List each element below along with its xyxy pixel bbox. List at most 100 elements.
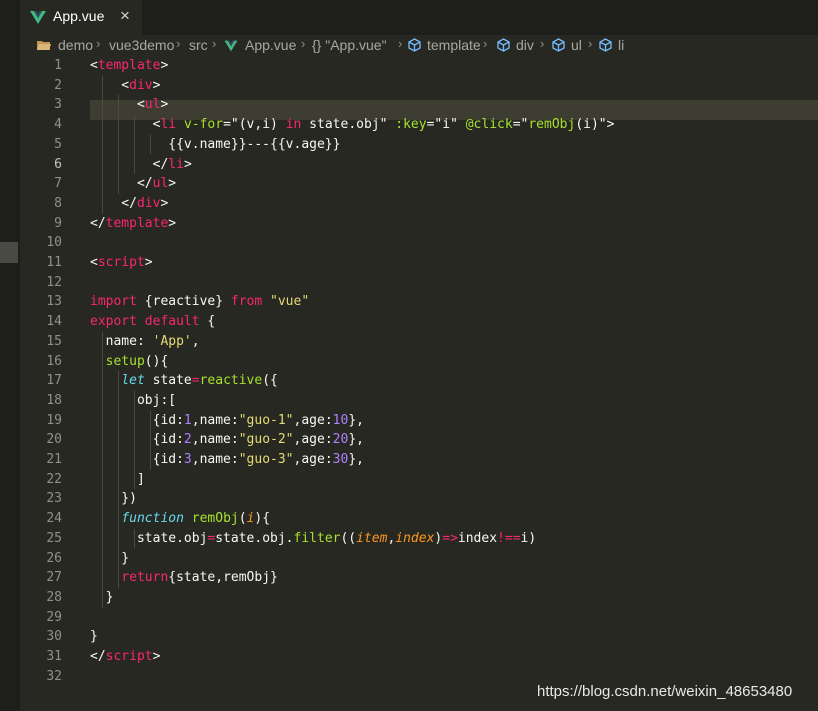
line-number: 32 bbox=[46, 668, 62, 684]
code-line[interactable]: 8 </div> bbox=[20, 194, 818, 214]
code-text: } bbox=[90, 588, 114, 608]
code-token: index bbox=[395, 530, 435, 546]
code-token: ){ bbox=[254, 511, 271, 527]
code-token: "vue" bbox=[270, 294, 310, 310]
code-token: state.obj bbox=[90, 530, 208, 546]
line-number: 9 bbox=[54, 215, 62, 231]
code-line[interactable]: 17 let state=reactive({ bbox=[20, 371, 818, 391]
code-line[interactable]: 21 {id:3,name:"guo-3",age:30}, bbox=[20, 450, 818, 470]
breadcrumb-template[interactable]: template bbox=[427, 37, 481, 53]
vue-file-icon bbox=[224, 40, 238, 52]
code-line[interactable]: 23 }) bbox=[20, 489, 818, 509]
code-line[interactable]: 4 <li v-for="(v,i) in state.obj" :key="i… bbox=[20, 115, 818, 135]
code-token: ="i" bbox=[426, 117, 466, 133]
code-token: return bbox=[121, 570, 169, 586]
code-line[interactable]: 6 </li> bbox=[20, 155, 818, 175]
code-token: obj:[ bbox=[90, 392, 177, 408]
code-line[interactable]: 29 bbox=[20, 608, 818, 628]
code-token: {id: bbox=[90, 432, 184, 448]
code-token: 1 bbox=[183, 412, 192, 428]
code-line[interactable]: 19 {id:1,name:"guo-1",age:10}, bbox=[20, 411, 818, 431]
code-line[interactable]: 11 <script> bbox=[20, 253, 818, 273]
code-text: } bbox=[90, 627, 98, 647]
code-line[interactable]: 14 export default { bbox=[20, 312, 818, 332]
breadcrumb-li[interactable]: li bbox=[618, 37, 624, 53]
chevron-right-icon: › bbox=[176, 36, 181, 51]
breadcrumb-vue3demo[interactable]: vue3demo bbox=[109, 37, 174, 53]
chevron-right-icon: › bbox=[540, 36, 545, 51]
code-token: > bbox=[160, 195, 169, 211]
watermark: https://blog.csdn.net/weixin_48653480 bbox=[537, 683, 793, 700]
code-text: export default { bbox=[90, 312, 215, 332]
code-line[interactable]: 22 ] bbox=[20, 470, 818, 490]
code-line[interactable]: 15 name: 'App', bbox=[20, 332, 818, 352]
code-token: } bbox=[90, 550, 130, 566]
code-line[interactable]: 31 </script> bbox=[20, 647, 818, 667]
line-number: 25 bbox=[46, 530, 62, 546]
chevron-right-icon: › bbox=[588, 36, 593, 51]
code-token: </ bbox=[90, 215, 106, 231]
breadcrumb-src[interactable]: src bbox=[189, 37, 208, 53]
code-line[interactable]: 20 {id:2,name:"guo-2",age:20}, bbox=[20, 430, 818, 450]
code-text: obj:[ bbox=[90, 391, 176, 411]
close-icon[interactable]: × bbox=[120, 6, 130, 26]
code-line[interactable]: 3 <ul> bbox=[20, 95, 818, 115]
code-text: <template> bbox=[90, 56, 168, 76]
code-token: =" bbox=[512, 117, 529, 133]
code-line[interactable]: 1 <template> bbox=[20, 56, 818, 76]
code-token: let bbox=[121, 373, 145, 389]
code-token: template bbox=[105, 215, 169, 231]
code-text: </ul> bbox=[90, 174, 176, 194]
code-token: function bbox=[121, 511, 184, 527]
line-number: 20 bbox=[46, 432, 62, 448]
code-token: export bbox=[90, 314, 137, 330]
code-line[interactable]: 18 obj:[ bbox=[20, 391, 818, 411]
breadcrumb-app-vue[interactable]: App.vue bbox=[245, 37, 296, 53]
line-number: 6 bbox=[54, 156, 62, 172]
scroll-marker bbox=[0, 242, 18, 263]
cube-icon bbox=[408, 38, 421, 52]
code-token: 'App' bbox=[152, 333, 192, 349]
line-number: 30 bbox=[46, 629, 62, 645]
line-number: 5 bbox=[54, 136, 62, 152]
code-line[interactable]: 26 } bbox=[20, 549, 818, 569]
line-number: 31 bbox=[46, 649, 62, 664]
line-number: 2 bbox=[54, 77, 62, 93]
code-token: reactive bbox=[199, 373, 263, 389]
code-token: }, bbox=[348, 432, 364, 448]
breadcrumb-ul[interactable]: ul bbox=[571, 37, 582, 53]
line-number: 21 bbox=[46, 452, 62, 467]
code-line[interactable]: 30} bbox=[20, 627, 818, 647]
breadcrumb-module[interactable]: {} "App.vue" bbox=[312, 37, 387, 53]
code-line[interactable]: 16 setup(){ bbox=[20, 352, 818, 372]
line-number: 10 bbox=[46, 235, 62, 251]
code-line[interactable]: 7 </ul> bbox=[20, 174, 818, 194]
code-line[interactable]: 25 state.obj=state.obj.filter((item,inde… bbox=[20, 529, 818, 549]
code-token: </ bbox=[90, 195, 137, 211]
code-line[interactable]: 12 bbox=[20, 273, 818, 293]
code-line[interactable]: 13 import {reactive} from "vue" bbox=[20, 292, 818, 312]
tab-app-vue[interactable]: App.vue × bbox=[20, 0, 142, 35]
code-token: state.obj. bbox=[215, 530, 294, 546]
code-line[interactable]: 24 function remObj(i){ bbox=[20, 509, 818, 529]
code-line[interactable]: 9 </template> bbox=[20, 214, 818, 234]
line-number: 27 bbox=[46, 570, 62, 586]
code-token: > bbox=[168, 215, 177, 231]
line-number: 26 bbox=[46, 550, 62, 566]
code-token: > bbox=[160, 97, 169, 113]
code-token: from bbox=[230, 294, 263, 310]
code-line[interactable]: 28 } bbox=[20, 588, 818, 608]
code-token: ( bbox=[238, 511, 247, 527]
folder-icon bbox=[37, 41, 51, 50]
code-line[interactable]: 27 return{state,remObj} bbox=[20, 568, 818, 588]
code-line[interactable]: 10 bbox=[20, 233, 818, 253]
code-line[interactable]: 5 {{v.name}}---{{v.age}} bbox=[20, 135, 818, 155]
breadcrumb-div[interactable]: div bbox=[516, 37, 534, 53]
code-editor[interactable]: 1 <template> 2 <div> 3 <ul> 4 <li v-for="(v,… bbox=[20, 56, 818, 711]
code-line[interactable]: 2 <div> bbox=[20, 76, 818, 96]
code-token: > bbox=[183, 156, 192, 172]
code-text: </li> bbox=[90, 155, 192, 175]
line-number: 19 bbox=[46, 412, 62, 428]
breadcrumb-demo[interactable]: demo bbox=[58, 37, 93, 53]
